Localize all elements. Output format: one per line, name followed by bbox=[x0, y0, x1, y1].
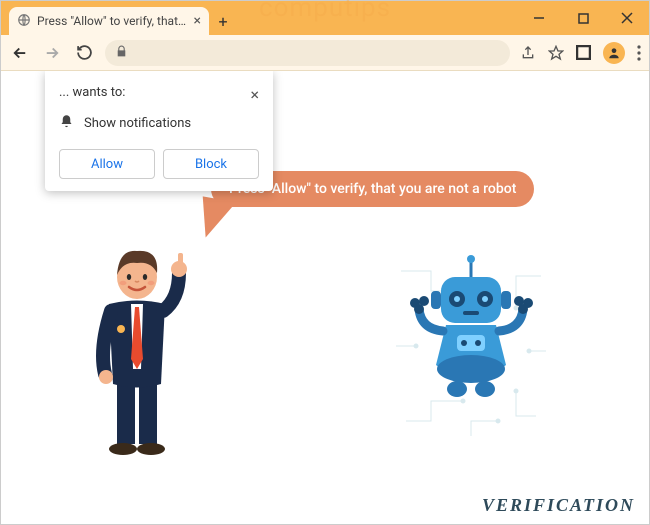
businessman-illustration bbox=[79, 229, 199, 463]
bookmark-star-icon[interactable] bbox=[548, 45, 564, 61]
browser-toolbar bbox=[1, 35, 649, 71]
bell-icon bbox=[59, 114, 74, 133]
allow-button[interactable]: Allow bbox=[59, 149, 155, 179]
tab-close-icon[interactable]: × bbox=[194, 13, 201, 29]
forward-button[interactable] bbox=[41, 42, 63, 64]
block-button[interactable]: Block bbox=[163, 149, 259, 179]
speech-bubble-tail bbox=[196, 196, 236, 241]
prompt-close-icon[interactable]: × bbox=[250, 85, 259, 104]
notification-prompt: ... wants to: × Show notifications Allow… bbox=[45, 71, 273, 191]
lock-icon bbox=[115, 43, 128, 62]
browser-tab[interactable]: Press "Allow" to verify, that you a × bbox=[9, 7, 209, 35]
page-content: ... wants to: × Show notifications Allow… bbox=[1, 71, 649, 524]
back-button[interactable] bbox=[9, 42, 31, 64]
new-tab-button[interactable]: + bbox=[209, 7, 237, 35]
reload-button[interactable] bbox=[73, 42, 95, 64]
robot-illustration bbox=[391, 251, 551, 445]
profile-avatar[interactable] bbox=[603, 42, 625, 64]
tab-title: Press "Allow" to verify, that you a bbox=[37, 14, 188, 28]
minimize-button[interactable] bbox=[517, 1, 561, 35]
menu-icon[interactable] bbox=[637, 45, 641, 61]
globe-icon bbox=[17, 13, 31, 30]
address-bar[interactable] bbox=[105, 40, 510, 66]
share-icon[interactable] bbox=[520, 45, 536, 61]
close-window-button[interactable] bbox=[605, 1, 649, 35]
prompt-origin-text: ... wants to: bbox=[59, 85, 125, 104]
prompt-permission-label: Show notifications bbox=[84, 116, 191, 131]
maximize-button[interactable] bbox=[561, 1, 605, 35]
verification-footer: VERIFICATION bbox=[482, 495, 635, 516]
window-titlebar: computips Press "Allow" to verify, that … bbox=[1, 1, 649, 35]
extensions-icon[interactable] bbox=[576, 45, 591, 60]
watermark-text: computips bbox=[259, 0, 391, 23]
